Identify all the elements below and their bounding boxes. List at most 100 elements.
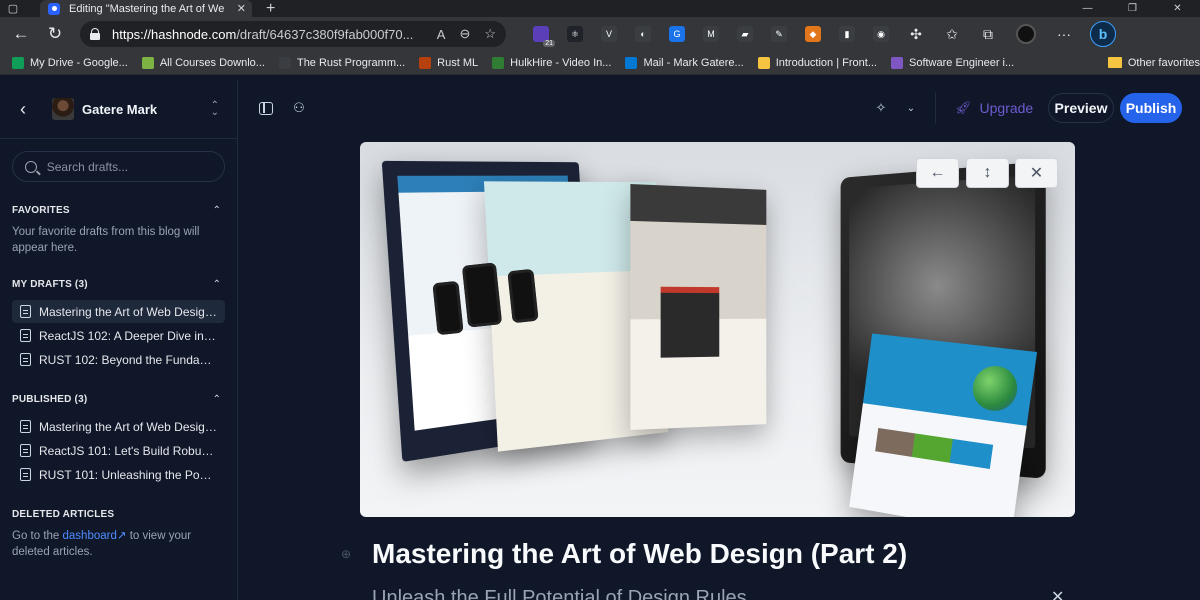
- bookmark-item[interactable]: Software Engineer i...: [891, 57, 1014, 69]
- list-item[interactable]: ReactJS 101: Let's Build Robust Apps: [12, 439, 225, 462]
- sitemap-icon[interactable]: ⚇: [291, 100, 307, 116]
- remove-subtitle-icon[interactable]: ✕: [1051, 587, 1064, 600]
- extension-glyph: V: [606, 29, 612, 39]
- extension-glyph: ✎: [775, 29, 783, 40]
- refresh-icon[interactable]: ↻: [42, 21, 68, 47]
- editor-toolbar: ⚇ ✧ ⌄ 🚀︎ Upgrade Preview Publish: [239, 80, 1200, 137]
- favorites-header[interactable]: FAVORITES ⌃: [12, 202, 225, 218]
- extension-glyph: ◆: [810, 29, 817, 40]
- extension-glyph: G: [673, 29, 680, 39]
- cover-image[interactable]: ← ↕ ✕: [360, 142, 1075, 517]
- preview-button[interactable]: Preview: [1048, 93, 1114, 123]
- blog-switcher-chevrons-icon[interactable]: ⌃ ⌄: [211, 102, 219, 116]
- ai-sparkle-icon[interactable]: ✧: [873, 100, 889, 116]
- deleted-note-before: Go to the: [12, 530, 63, 542]
- other-favorites-label: Other favorites: [1128, 57, 1200, 69]
- restore-icon[interactable]: ❐: [1110, 0, 1155, 17]
- minimize-icon[interactable]: —: [1065, 0, 1110, 17]
- drafts-section: MY DRAFTS (3) ⌃ Mastering the Art of Web…: [0, 276, 237, 371]
- bookmark-item[interactable]: My Drive - Google...: [12, 57, 128, 69]
- subtitle-row: Unleash the Full Potential of Design Rul…: [372, 585, 1072, 600]
- extension-gmail-icon[interactable]: M: [703, 26, 719, 42]
- chevron-up-icon[interactable]: ⌃: [213, 205, 221, 216]
- lock-icon[interactable]: [90, 28, 100, 40]
- bing-chat-icon[interactable]: b: [1090, 21, 1116, 47]
- extension-vue-icon[interactable]: V: [601, 26, 617, 42]
- list-item[interactable]: ReactJS 102: A Deeper Dive into React: [12, 324, 225, 347]
- list-item[interactable]: RUST 102: Beyond the Fundamentals: [12, 348, 225, 371]
- favorites-icon[interactable]: ✩: [944, 26, 960, 42]
- bookmark-favicon-icon: [142, 57, 154, 69]
- user-name[interactable]: Gatere Mark: [82, 102, 211, 117]
- chevron-up-icon[interactable]: ⌃: [213, 279, 221, 290]
- extension-bottle-icon[interactable]: ▮: [839, 26, 855, 42]
- extensions-puzzle-icon[interactable]: ✣: [908, 26, 924, 42]
- list-item-label: Mastering the Art of Web Design (Part 2): [39, 305, 217, 319]
- extension-glyph: M: [707, 29, 715, 39]
- other-favorites[interactable]: Other favorites: [1108, 57, 1200, 69]
- extension-pen-icon[interactable]: ✎: [771, 26, 787, 42]
- document-icon: [20, 468, 31, 481]
- add-favorite-icon[interactable]: ☆: [484, 26, 496, 42]
- back-chevron-icon[interactable]: ‹: [20, 99, 36, 120]
- omnibox[interactable]: https://hashnode.com/draft/64637c380f9fa…: [80, 21, 506, 47]
- window-close-icon[interactable]: ✕: [1155, 0, 1200, 17]
- list-item[interactable]: RUST 101: Unleashing the Power of Rust: [12, 463, 225, 486]
- profile-avatar[interactable]: [1016, 24, 1036, 44]
- drafts-header[interactable]: MY DRAFTS (3) ⌃: [12, 276, 225, 292]
- extension-translate-icon[interactable]: G: [669, 26, 685, 42]
- deleted-title: DELETED ARTICLES: [12, 509, 114, 520]
- extension-chrome-2-icon[interactable]: ◉: [873, 26, 889, 42]
- cover-art-phone: [462, 262, 502, 327]
- collections-icon[interactable]: ⧉: [980, 26, 996, 42]
- chevron-down-icon[interactable]: ⌄: [903, 100, 919, 116]
- url-text[interactable]: https://hashnode.com/draft/64637c380f9fa…: [112, 27, 423, 42]
- cover-art-panel: [849, 333, 1037, 517]
- published-list: Mastering the Art of Web Design (Part 1)…: [12, 415, 225, 486]
- search-icon: [25, 161, 37, 173]
- chevron-up-icon[interactable]: ⌃: [213, 394, 221, 405]
- title-options-icon[interactable]: ⊕: [339, 547, 353, 561]
- article-subtitle[interactable]: Unleash the Full Potential of Design Rul…: [372, 587, 747, 600]
- browser-tab-active[interactable]: Editing "Mastering the Art of We ✕: [40, 0, 252, 17]
- bookmark-item[interactable]: Introduction | Front...: [758, 57, 877, 69]
- browser-tab-bar: ▢ Editing "Mastering the Art of We ✕ + —…: [0, 0, 1200, 17]
- bookmark-item[interactable]: HulkHire - Video In...: [492, 57, 611, 69]
- upgrade-button[interactable]: 🚀︎ Upgrade: [955, 94, 1033, 122]
- cover-remove-icon[interactable]: ✕: [1015, 158, 1058, 188]
- extension-dark-icon[interactable]: ▰: [737, 26, 753, 42]
- bookmark-item[interactable]: All Courses Downlo...: [142, 57, 265, 69]
- bookmark-favicon-icon: [12, 57, 24, 69]
- read-aloud-icon[interactable]: A: [437, 27, 446, 42]
- new-tab-button[interactable]: +: [266, 0, 275, 17]
- list-item[interactable]: Mastering the Art of Web Design (Part 1): [12, 415, 225, 438]
- list-item-label: ReactJS 102: A Deeper Dive into React: [39, 329, 217, 343]
- dashboard-link[interactable]: dashboard↗: [63, 530, 127, 542]
- list-item[interactable]: Mastering the Art of Web Design (Part 2): [12, 300, 225, 323]
- toggle-sidebar-icon[interactable]: [259, 102, 273, 115]
- extension-chrome-icon[interactable]: ◐: [635, 26, 651, 42]
- extension-react-icon[interactable]: ⚛: [567, 26, 583, 42]
- bookmark-item[interactable]: Mail - Mark Gatere...: [625, 57, 743, 69]
- editor-pane: ⚇ ✧ ⌄ 🚀︎ Upgrade Preview Publish ← ↕ ✕ ⊕: [239, 80, 1200, 600]
- zoom-out-icon[interactable]: ⊖: [459, 26, 470, 42]
- cover-back-arrow-icon[interactable]: ←: [916, 158, 959, 188]
- search-drafts-box[interactable]: [12, 151, 225, 182]
- bookmark-label: My Drive - Google...: [30, 57, 128, 69]
- bookmark-item[interactable]: The Rust Programm...: [279, 57, 405, 69]
- url-path: /draft/64637c380f9fab000f70...: [236, 27, 413, 42]
- extension-metamask-icon[interactable]: ◆: [805, 26, 821, 42]
- publish-button[interactable]: Publish: [1120, 93, 1182, 123]
- list-item-label: RUST 102: Beyond the Fundamentals: [39, 353, 217, 367]
- search-drafts-input[interactable]: [47, 160, 212, 174]
- tab-close-icon[interactable]: ✕: [237, 2, 246, 15]
- bookmark-favicon-icon: [419, 57, 431, 69]
- article-title[interactable]: Mastering the Art of Web Design (Part 2): [372, 538, 907, 570]
- published-header[interactable]: PUBLISHED (3) ⌃: [12, 391, 225, 407]
- cover-reposition-icon[interactable]: ↕: [966, 158, 1009, 188]
- more-menu-icon[interactable]: ···: [1056, 26, 1072, 42]
- back-arrow-icon[interactable]: ←: [8, 21, 34, 47]
- tab-actions-icon[interactable]: ▢: [0, 0, 26, 17]
- bookmark-item[interactable]: Rust ML: [419, 57, 478, 69]
- extension-purple-icon[interactable]: 21: [533, 26, 549, 42]
